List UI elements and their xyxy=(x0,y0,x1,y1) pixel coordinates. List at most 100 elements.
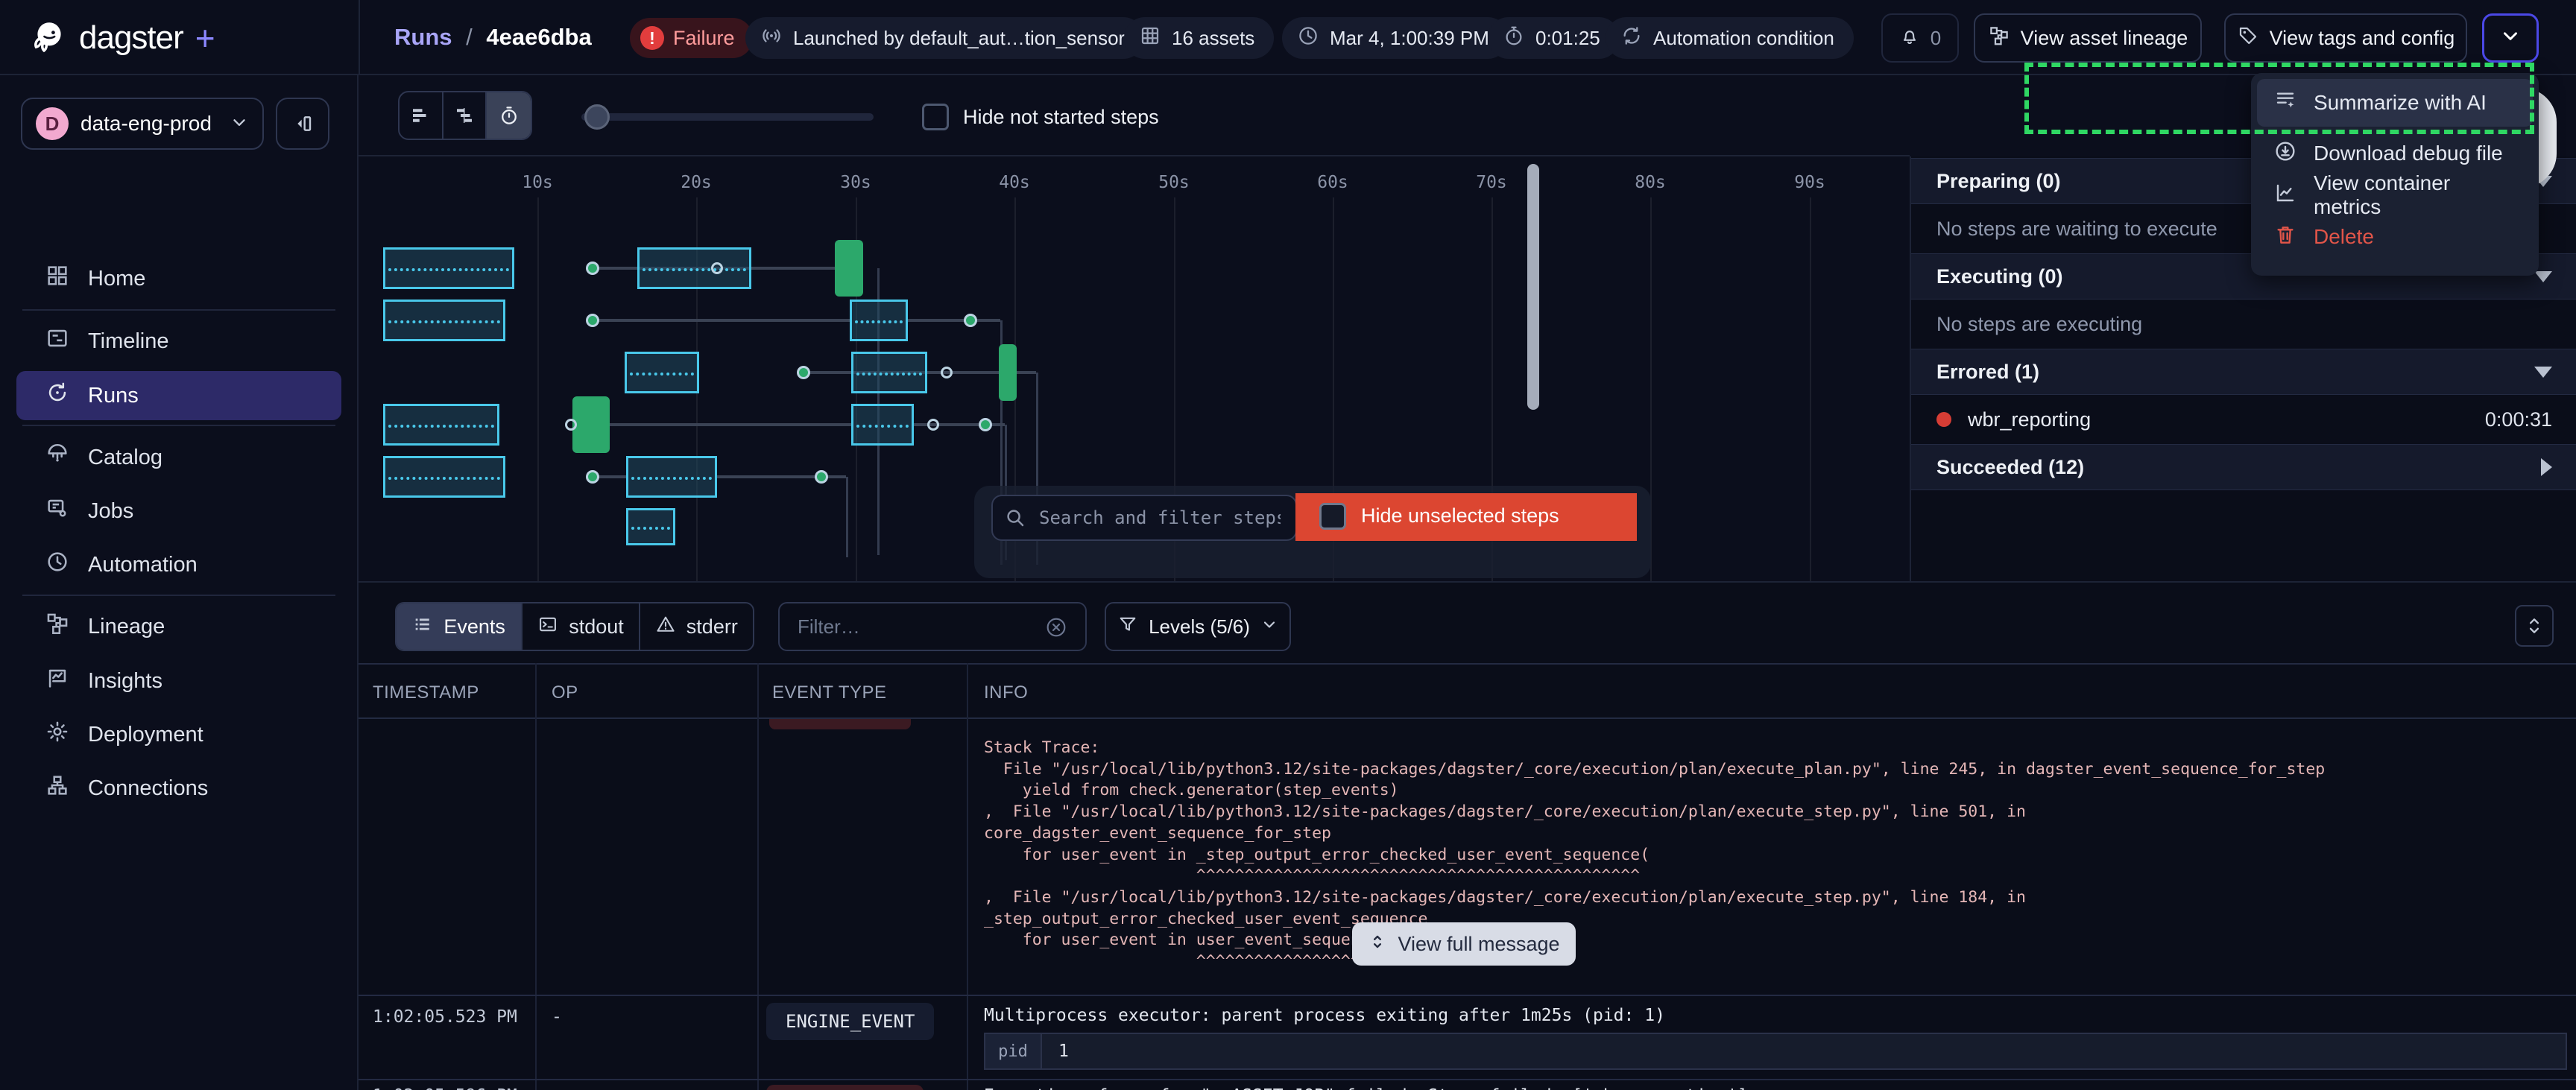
retry-dotted-line xyxy=(631,527,670,530)
section-title: Succeeded (12) xyxy=(1936,456,2541,479)
expand-log-panel-button[interactable] xyxy=(2515,605,2554,647)
step-box-retry[interactable] xyxy=(383,456,505,498)
tag-launched-by[interactable]: Launched by default_aut…tion_sensor xyxy=(745,17,1144,59)
failed-status-dot xyxy=(1936,412,1951,427)
sidebar-item-catalog[interactable]: Catalog xyxy=(16,433,341,482)
collapse-sidebar-button[interactable] xyxy=(276,98,329,150)
clear-filter-icon[interactable] xyxy=(1044,615,1068,643)
tab-events[interactable]: Events xyxy=(397,603,523,650)
sidebar-item-jobs[interactable]: Jobs xyxy=(16,487,341,536)
tag-duration[interactable]: 0:01:25 xyxy=(1488,17,1620,59)
sidebar-item-deployment[interactable]: Deployment xyxy=(16,710,341,759)
search-icon xyxy=(1004,507,1026,533)
hide-unselected-checkbox[interactable] xyxy=(1319,503,1346,530)
event-type-badge[interactable]: ENGINE_EVENT xyxy=(766,1003,934,1040)
runs-icon xyxy=(45,380,70,411)
sidebar-item-lineage[interactable]: Lineage xyxy=(16,602,341,651)
step-bar-succeeded[interactable] xyxy=(835,240,863,297)
step-box-retry[interactable] xyxy=(626,508,675,545)
step-box-retry[interactable] xyxy=(851,352,927,393)
breadcrumb-separator: / xyxy=(458,24,480,50)
sidebar-item-insights[interactable]: Insights xyxy=(16,656,341,706)
gantt-zoom-slider-handle[interactable] xyxy=(584,104,610,130)
gantt-vertical-scrollbar[interactable] xyxy=(1527,164,1539,410)
retry-dotted-line xyxy=(388,477,500,480)
warning-triangle-icon xyxy=(655,614,676,640)
event-metadata-table: pid 1 xyxy=(984,1033,2567,1070)
log-row-op: - xyxy=(552,1007,562,1027)
hide-not-started-checkbox[interactable] xyxy=(922,104,949,130)
menu-item-download-debug[interactable]: Download debug file xyxy=(2257,133,2533,174)
tag-assets[interactable]: 16 assets xyxy=(1124,17,1274,59)
view-asset-lineage-button[interactable]: View asset lineage xyxy=(1974,13,2202,63)
view-tags-and-config-button[interactable]: View tags and config xyxy=(2224,13,2467,63)
step-duration: 0:00:31 xyxy=(2485,408,2552,431)
errored-step-row[interactable]: wbr_reporting 0:00:31 xyxy=(1911,395,2576,444)
section-succeeded[interactable]: Succeeded (12) xyxy=(1911,444,2576,490)
step-bar-succeeded[interactable] xyxy=(572,396,610,453)
catalog-icon xyxy=(45,442,70,473)
menu-item-container-metrics[interactable]: View container metrics xyxy=(2257,174,2533,216)
workspace-switcher[interactable]: D data-eng-prod xyxy=(21,98,264,150)
step-box-retry[interactable] xyxy=(383,300,505,341)
dagster-logo[interactable]: dagster + xyxy=(30,16,215,59)
workspace-name: data-eng-prod xyxy=(80,112,218,136)
step-box-retry[interactable] xyxy=(626,456,717,498)
step-box-retry[interactable] xyxy=(625,352,699,393)
tag-automation-condition[interactable]: Automation condition xyxy=(1606,17,1854,59)
row-divider xyxy=(359,995,2576,996)
sidebar-item-home[interactable]: Home xyxy=(16,254,341,303)
run-actions-menu-button[interactable] xyxy=(2482,13,2539,63)
breadcrumb-runs-link[interactable]: Runs xyxy=(394,24,452,50)
flat-view-button[interactable] xyxy=(400,92,443,139)
automation-icon xyxy=(1620,25,1643,52)
terminal-icon xyxy=(537,614,558,640)
section-errored[interactable]: Errored (1) xyxy=(1911,349,2576,395)
timed-view-button[interactable] xyxy=(487,92,531,139)
column-header-timestamp[interactable]: TIMESTAMP xyxy=(373,682,479,703)
step-box-retry[interactable] xyxy=(850,300,908,341)
sidebar-item-runs[interactable]: Runs xyxy=(16,371,341,420)
menu-item-delete[interactable]: Delete xyxy=(2257,216,2533,258)
sidebar-item-timeline[interactable]: Timeline xyxy=(16,317,341,366)
menu-item-summarize-ai[interactable]: Summarize with AI xyxy=(2257,79,2533,127)
view-full-message-button[interactable]: View full message xyxy=(1352,922,1576,966)
step-box-retry[interactable] xyxy=(383,247,514,289)
hide-not-started-label: Hide not started steps xyxy=(963,106,1159,129)
tag-start-time[interactable]: Mar 4, 1:00:39 PM xyxy=(1282,17,1509,59)
brand-plus: + xyxy=(195,18,215,58)
levels-label: Levels (5/6) xyxy=(1149,615,1250,639)
sidebar-divider xyxy=(22,595,335,596)
sidebar-item-connections[interactable]: Connections xyxy=(16,764,341,813)
summarize-ai-icon xyxy=(2273,89,2297,118)
step-bar-succeeded[interactable] xyxy=(999,344,1017,401)
chevron-down-icon xyxy=(230,113,249,136)
step-box-retry[interactable] xyxy=(637,247,751,289)
column-header-op[interactable]: OP xyxy=(552,682,578,703)
step-box-retry[interactable] xyxy=(851,404,914,446)
home-icon xyxy=(45,263,70,294)
log-filter-input[interactable] xyxy=(778,602,1087,651)
gantt-chart[interactable]: Hide unselected steps xyxy=(359,156,1910,581)
tab-stderr[interactable]: stderr xyxy=(640,603,753,650)
tab-stdout[interactable]: stdout xyxy=(523,603,640,650)
gantt-zoom-slider[interactable] xyxy=(581,113,874,121)
sidebar-item-automation[interactable]: Automation xyxy=(16,540,341,589)
waterfall-view-button[interactable] xyxy=(443,92,487,139)
retry-dotted-line xyxy=(856,425,909,428)
bell-icon xyxy=(1899,25,1920,51)
gantt-view-mode-switcher xyxy=(398,91,532,140)
column-header-info[interactable]: INFO xyxy=(984,682,1028,703)
chevron-down-icon xyxy=(1260,615,1278,639)
step-box-retry[interactable] xyxy=(383,404,499,446)
column-header-event-type[interactable]: EVENT TYPE xyxy=(772,682,887,703)
sidebar-item-label: Connections xyxy=(88,776,208,801)
alerts-button[interactable]: 0 xyxy=(1881,13,1959,63)
step-search-input[interactable] xyxy=(991,495,1297,541)
levels-filter-button[interactable]: Levels (5/6) xyxy=(1105,602,1291,651)
gantt-toolbar: Hide not started steps xyxy=(359,75,1910,156)
step-marker-dot xyxy=(964,314,977,327)
tag-icon xyxy=(2237,25,2259,52)
assets-icon xyxy=(1139,25,1161,52)
event-type-badge[interactable]: RUN_FAILURE xyxy=(766,1085,924,1090)
